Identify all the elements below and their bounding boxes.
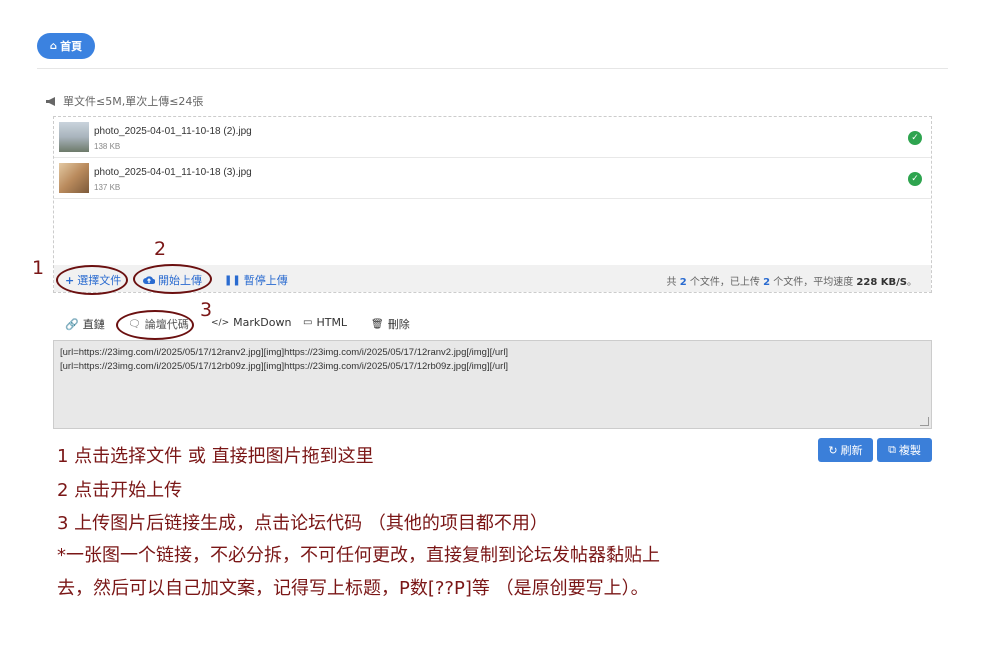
tab-delete[interactable]: 🗑 刪除 xyxy=(371,316,410,332)
file-name: photo_2025-04-01_11-10-18 (2).jpg xyxy=(94,126,252,137)
check-icon: ✓ xyxy=(908,172,922,186)
instruction-line: *一张图一个链接，不必分拆，不可任何更改，直接复制到论坛发帖器黏贴上 xyxy=(57,545,660,566)
tab-direct-link[interactable]: 🔗 直鏈 xyxy=(65,316,105,332)
annotation-number-2: 2 xyxy=(154,238,167,260)
file-thumbnail xyxy=(59,163,89,193)
file-name: photo_2025-04-01_11-10-18 (3).jpg xyxy=(94,167,252,178)
upload-speed: 228 KB/S xyxy=(856,277,907,288)
pause-upload-label: 暫停上傳 xyxy=(243,274,288,287)
home-icon: ⌂ xyxy=(49,40,58,52)
home-button[interactable]: ⌂ 首頁 xyxy=(37,33,95,59)
total-count: 2 xyxy=(679,277,687,288)
code-line: [url=https://23img.com/i/2025/05/17/12ra… xyxy=(60,347,509,358)
instruction-line: 2 点击开始上传 xyxy=(57,480,183,501)
html5-icon: ▭ xyxy=(303,317,313,328)
instruction-line: 1 点击选择文件 或 直接把图片拖到这里 xyxy=(57,446,374,467)
tab-html[interactable]: ▭ HTML xyxy=(303,316,347,329)
upload-stats: 共 2 个文件，已上传 2 个文件，平均速度 228 KB/S。 xyxy=(666,277,917,288)
instruction-line: 去，然后可以自己加文案，记得写上标题，P数[??P]等 （是原创要写上）。 xyxy=(57,578,649,599)
instruction-line: 3 上传图片后链接生成，点击论坛代码 （其他的项目都不用） xyxy=(57,513,548,534)
copy-button[interactable]: ⧉ 複製 xyxy=(877,438,932,462)
pause-upload-button[interactable]: ❚❚ 暫停上傳 xyxy=(224,272,288,288)
file-size: 138 KB xyxy=(94,142,121,151)
annotation-circle xyxy=(56,265,128,295)
file-item: photo_2025-04-01_11-10-18 (2).jpg 138 KB… xyxy=(54,117,931,158)
refresh-button[interactable]: ↻ 刷新 xyxy=(818,438,873,462)
link-icon: 🔗 xyxy=(65,317,79,331)
notice-text: 單文件≤5M,單次上傳≤24張 xyxy=(63,95,204,108)
pause-icon: ❚❚ xyxy=(224,274,241,286)
annotation-number-3: 3 xyxy=(200,299,213,321)
code-output-textarea[interactable]: [url=https://23img.com/i/2025/05/17/12ra… xyxy=(53,340,932,429)
file-size: 137 KB xyxy=(94,183,121,192)
code-line: [url=https://23img.com/i/2025/05/17/12rb… xyxy=(60,361,509,372)
annotation-circle xyxy=(116,310,194,340)
upload-notice: 單文件≤5M,單次上傳≤24張 xyxy=(45,93,203,109)
copy-icon: ⧉ xyxy=(888,443,896,456)
resize-handle[interactable] xyxy=(920,417,929,426)
tab-markdown[interactable]: </> MarkDown xyxy=(211,316,291,329)
file-item: photo_2025-04-01_11-10-18 (3).jpg 137 KB… xyxy=(54,158,931,199)
megaphone-icon xyxy=(46,96,55,106)
divider xyxy=(37,68,948,69)
uploaded-count: 2 xyxy=(763,277,771,288)
file-thumbnail xyxy=(59,122,89,152)
code-icon: </> xyxy=(211,317,230,328)
trash-icon: 🗑 xyxy=(371,318,384,330)
refresh-icon: ↻ xyxy=(828,443,838,457)
home-label: 首頁 xyxy=(60,40,83,53)
annotation-number-1: 1 xyxy=(32,257,45,279)
check-icon: ✓ xyxy=(908,131,922,145)
annotation-circle xyxy=(133,264,212,294)
